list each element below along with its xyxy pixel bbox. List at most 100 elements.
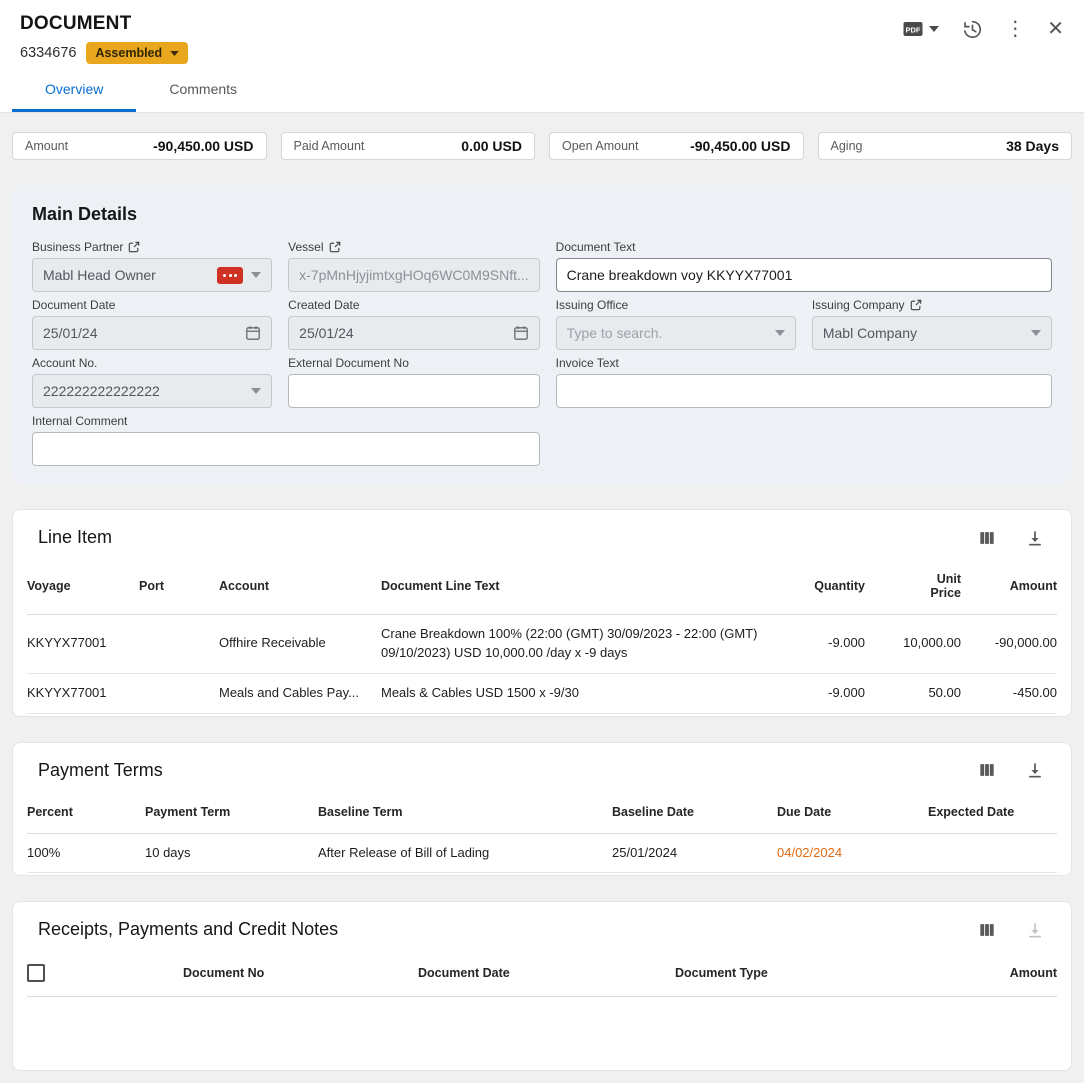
payment-terms-header-row: Percent Payment Term Baseline Term Basel… [27, 783, 1057, 834]
cell-payment-term: 10 days [145, 833, 318, 873]
col-document-no: Document No [183, 942, 418, 997]
vessel-input[interactable]: x-7pMnHjyjimtxgHOq6WC0M9SNft... [288, 258, 540, 292]
pdf-export-button[interactable]: PDF [901, 17, 939, 41]
header-actions: PDF ⋮ ✕ [901, 13, 1064, 41]
cell-unit-price: 10,000.00 [865, 615, 961, 674]
download-icon [1025, 760, 1045, 780]
tab-overview[interactable]: Overview [12, 66, 136, 112]
cell-baseline-date: 25/01/2024 [612, 833, 777, 873]
kebab-menu-icon: ⋮ [1005, 19, 1025, 39]
field-document-text: Document Text [556, 240, 1052, 292]
summary-label: Paid Amount [294, 139, 365, 153]
calendar-icon[interactable] [513, 325, 529, 341]
summary-value: -90,450.00 USD [153, 138, 253, 154]
receipts-header: Receipts, Payments and Credit Notes [27, 910, 1057, 942]
col-payment-term: Payment Term [145, 783, 318, 834]
cell-port [139, 673, 219, 713]
field-created-date: Created Date 25/01/24 [288, 298, 540, 350]
summary-value: -90,450.00 USD [690, 138, 790, 154]
business-partner-select[interactable]: Mabl Head Owner [32, 258, 272, 292]
header-left: DOCUMENT 6334676 Assembled [20, 13, 188, 64]
receipts-header-row: Document No Document Date Document Type … [27, 942, 1057, 997]
cell-baseline-term: After Release of Bill of Lading [318, 833, 612, 873]
pdf-icon: PDF [901, 17, 925, 41]
document-number: 6334676 [20, 45, 76, 61]
line-item-row: KKYYX77001 Meals and Cables Pay... Meals… [27, 673, 1057, 713]
line-item-tools [977, 528, 1051, 548]
tab-comments-label: Comments [169, 81, 237, 97]
document-text-input[interactable] [556, 258, 1052, 292]
created-date-input[interactable]: 25/01/24 [288, 316, 540, 350]
columns-settings-button[interactable] [977, 528, 997, 548]
col-amount: Amount [955, 942, 1057, 997]
close-button[interactable]: ✕ [1047, 19, 1064, 39]
receipts-section: Receipts, Payments and Credit Notes Docu… [12, 901, 1072, 1071]
vessel-label: Vessel [288, 240, 540, 254]
field-external-document-no: External Document No [288, 356, 540, 408]
summary-label: Open Amount [562, 139, 638, 153]
chevron-down-icon [251, 388, 261, 394]
receipts-title: Receipts, Payments and Credit Notes [38, 919, 338, 940]
cell-voyage: KKYYX77001 [27, 673, 139, 713]
payment-terms-title: Payment Terms [38, 760, 163, 781]
download-button[interactable] [1025, 760, 1045, 780]
document-header: DOCUMENT 6334676 Assembled PDF ⋮ [0, 0, 1084, 66]
summary-cards: Amount -90,450.00 USD Paid Amount 0.00 U… [12, 132, 1072, 160]
cell-expected-date [928, 833, 1057, 873]
cell-document-line-text: Crane Breakdown 100% (22:00 (GMT) 30/09/… [381, 615, 781, 674]
business-partner-label: Business Partner [32, 240, 272, 254]
tab-comments[interactable]: Comments [136, 66, 270, 112]
field-business-partner: Business Partner Mabl Head Owner [32, 240, 272, 292]
account-no-label: Account No. [32, 356, 272, 370]
external-document-no-input[interactable] [288, 374, 540, 408]
chevron-down-icon [251, 272, 261, 278]
line-item-section: Line Item Voyage Port Account Document L… [12, 509, 1072, 717]
line-item-header-row: Voyage Port Account Document Line Text Q… [27, 550, 1057, 615]
document-date-input[interactable]: 25/01/24 [32, 316, 272, 350]
summary-value: 38 Days [1006, 138, 1059, 154]
summary-card-paid-amount: Paid Amount 0.00 USD [281, 132, 536, 160]
main-details-section: Main Details Business Partner Mabl Head … [12, 185, 1072, 484]
account-no-select[interactable]: 222222222222222 [32, 374, 272, 408]
status-badge-label: Assembled [95, 46, 162, 60]
col-unit-price: Unit Price [865, 550, 961, 615]
download-icon [1025, 528, 1045, 548]
col-select-all [27, 942, 183, 997]
calendar-icon[interactable] [245, 325, 261, 341]
columns-settings-button[interactable] [977, 920, 997, 940]
col-due-date: Due Date [777, 783, 928, 834]
status-badge[interactable]: Assembled [86, 42, 188, 64]
line-item-title: Line Item [38, 527, 112, 548]
external-link-icon[interactable] [910, 299, 922, 311]
external-link-icon[interactable] [329, 241, 341, 253]
download-button[interactable] [1025, 528, 1045, 548]
columns-settings-button[interactable] [977, 760, 997, 780]
col-percent: Percent [27, 783, 145, 834]
issuing-company-select[interactable]: Mabl Company [812, 316, 1052, 350]
summary-value: 0.00 USD [461, 138, 522, 154]
cell-amount: -450.00 [961, 673, 1057, 713]
issuing-company-label: Issuing Company [812, 298, 1052, 312]
col-baseline-date: Baseline Date [612, 783, 777, 834]
cell-amount: -90,000.00 [961, 615, 1057, 674]
summary-label: Aging [831, 139, 863, 153]
payment-terms-header: Payment Terms [27, 751, 1057, 783]
chevron-down-icon [170, 51, 179, 56]
field-issuing-company: Issuing Company Mabl Company [812, 298, 1052, 350]
cell-port [139, 615, 219, 674]
close-icon: ✕ [1047, 19, 1064, 39]
line-item-row: KKYYX77001 Offhire Receivable Crane Brea… [27, 615, 1057, 674]
issuing-office-select[interactable]: Type to search. [556, 316, 796, 350]
more-menu-button[interactable]: ⋮ [1005, 19, 1025, 39]
chevron-down-icon [775, 330, 785, 336]
cell-unit-price: 50.00 [865, 673, 961, 713]
history-button[interactable] [961, 18, 983, 40]
external-document-no-label: External Document No [288, 356, 540, 370]
field-internal-comment: Internal Comment [32, 414, 540, 466]
internal-comment-input[interactable] [32, 432, 540, 466]
partner-alert-icon [217, 267, 243, 284]
invoice-text-input[interactable] [556, 374, 1052, 408]
select-all-checkbox[interactable] [27, 964, 45, 982]
external-link-icon[interactable] [128, 241, 140, 253]
field-account-no: Account No. 222222222222222 [32, 356, 272, 408]
